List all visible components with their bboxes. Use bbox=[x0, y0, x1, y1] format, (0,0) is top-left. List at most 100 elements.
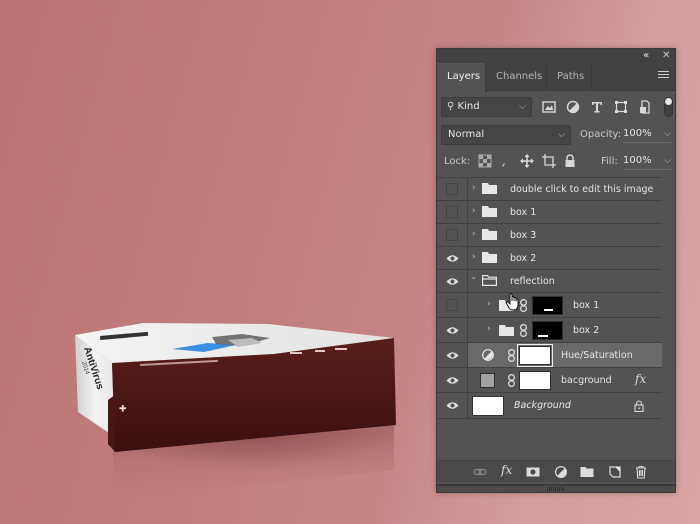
new-group-icon[interactable] bbox=[580, 465, 594, 479]
mask-link-icon[interactable] bbox=[508, 374, 515, 387]
folder-icon bbox=[482, 183, 497, 194]
visibility-toggle[interactable] bbox=[437, 270, 468, 292]
smart-object-filter-icon[interactable] bbox=[637, 99, 653, 115]
opacity-value: 100% bbox=[623, 128, 652, 139]
new-layer-icon[interactable] bbox=[608, 465, 622, 479]
panel-resize-handle[interactable] bbox=[437, 484, 675, 492]
chevron-down-icon: ⌵ bbox=[664, 156, 671, 166]
layer-row[interactable]: Background bbox=[437, 393, 662, 419]
lock-image-pixels-icon[interactable] bbox=[500, 154, 514, 168]
document-canvas[interactable]: ✚ AntiVirus 2014 bbox=[0, 0, 436, 524]
link-layers-icon[interactable] bbox=[473, 465, 487, 479]
visibility-toggle[interactable] bbox=[437, 393, 468, 418]
expand-chevron-icon[interactable]: › bbox=[472, 252, 476, 262]
expand-chevron-icon[interactable]: › bbox=[472, 183, 476, 193]
layer-row[interactable]: › box 2 bbox=[437, 247, 662, 270]
fill-color-thumbnail[interactable] bbox=[480, 373, 495, 388]
panel-menu-icon[interactable] bbox=[658, 71, 669, 80]
layer-row[interactable]: › double click to edit this image bbox=[437, 178, 662, 201]
lock-row: Lock: Fill: 100% ⌵ bbox=[441, 152, 671, 172]
expand-chevron-icon[interactable]: › bbox=[487, 324, 491, 334]
layer-row[interactable]: › box 1 bbox=[437, 201, 662, 224]
eye-icon bbox=[446, 255, 459, 262]
folder-icon bbox=[482, 252, 497, 263]
layers-scrollbar[interactable] bbox=[662, 177, 675, 425]
add-layer-style-icon[interactable]: fx bbox=[501, 463, 519, 477]
eye-icon bbox=[446, 278, 459, 285]
adjustment-layer-icon[interactable] bbox=[482, 349, 494, 361]
mask-link-icon[interactable] bbox=[520, 299, 527, 312]
visibility-toggle[interactable] bbox=[437, 201, 468, 223]
new-adjustment-layer-icon[interactable] bbox=[554, 465, 568, 479]
layer-name: box 1 bbox=[573, 300, 600, 311]
visibility-toggle[interactable] bbox=[437, 224, 468, 246]
layer-lock-icon bbox=[634, 400, 644, 412]
blend-mode-select[interactable]: Normal ⌵ bbox=[441, 125, 571, 145]
fill-input[interactable]: 100% ⌵ bbox=[623, 152, 671, 170]
eye-icon bbox=[446, 402, 459, 409]
expand-chevron-icon[interactable]: › bbox=[472, 229, 476, 239]
layer-name: box 2 bbox=[510, 253, 537, 264]
visibility-toggle[interactable] bbox=[437, 368, 468, 392]
tab-channels[interactable]: Channels bbox=[486, 63, 547, 91]
layer-row[interactable]: › box 3 bbox=[437, 224, 662, 247]
chevron-down-icon: ⌵ bbox=[558, 130, 565, 140]
layer-row[interactable]: › box 1 bbox=[437, 293, 662, 318]
lock-position-icon[interactable] bbox=[520, 154, 534, 168]
add-mask-icon[interactable] bbox=[526, 465, 540, 479]
product-box-mockup: ✚ AntiVirus 2014 bbox=[75, 323, 396, 500]
mask-link-icon[interactable] bbox=[520, 324, 527, 337]
layer-name: Hue/Saturation bbox=[561, 350, 633, 361]
lock-transparent-pixels-icon[interactable] bbox=[478, 154, 492, 168]
lock-all-icon[interactable] bbox=[563, 154, 577, 168]
visibility-toggle[interactable] bbox=[437, 293, 468, 317]
layer-mask-thumbnail[interactable] bbox=[532, 296, 563, 315]
layer-effects-icon[interactable]: fx bbox=[635, 372, 646, 386]
panel-titlebar[interactable]: ‹‹ ✕ bbox=[437, 49, 675, 63]
layer-name: box 1 bbox=[510, 207, 537, 218]
tab-layers[interactable]: Layers bbox=[437, 63, 486, 92]
adjustment-layer-filter-icon[interactable] bbox=[565, 99, 581, 115]
visibility-toggle[interactable] bbox=[437, 343, 468, 367]
mask-link-icon[interactable] bbox=[508, 349, 515, 362]
fill-label: Fill: bbox=[601, 156, 618, 167]
layer-row[interactable]: › reflection bbox=[437, 270, 662, 293]
expand-chevron-icon[interactable]: › bbox=[487, 299, 491, 309]
layer-mask-thumbnail[interactable] bbox=[532, 321, 563, 340]
lock-artboard-icon[interactable] bbox=[542, 154, 556, 168]
layer-mask-thumbnail[interactable] bbox=[519, 371, 551, 390]
layer-name: box 2 bbox=[573, 325, 600, 336]
opacity-input[interactable]: 100% ⌵ bbox=[623, 125, 671, 143]
filter-kind-label: Kind bbox=[457, 101, 480, 112]
shape-layer-filter-icon[interactable] bbox=[613, 99, 629, 115]
visibility-toggle[interactable] bbox=[437, 247, 468, 269]
svg-text:✚: ✚ bbox=[119, 404, 129, 412]
panel-footer: fx bbox=[437, 460, 675, 482]
layers-list: › double click to edit this image › box … bbox=[437, 177, 675, 425]
eye-icon bbox=[446, 352, 459, 359]
visibility-toggle[interactable] bbox=[437, 318, 468, 342]
filter-kind-select[interactable]: ⚲ Kind ⌵ bbox=[441, 97, 532, 117]
layer-name: bacground bbox=[561, 375, 612, 386]
layer-row-selected[interactable]: Hue/Saturation bbox=[437, 343, 662, 368]
layer-mask-thumbnail[interactable] bbox=[517, 344, 553, 367]
collapse-panel-icon[interactable]: ‹‹ bbox=[643, 50, 649, 62]
collapse-chevron-icon[interactable]: › bbox=[468, 276, 478, 280]
delete-layer-icon[interactable] bbox=[634, 465, 648, 479]
opacity-label: Opacity: bbox=[580, 129, 622, 140]
close-panel-icon[interactable]: ✕ bbox=[662, 50, 670, 62]
folder-icon bbox=[482, 206, 497, 217]
layer-row[interactable]: bacground fx ⌵ bbox=[437, 368, 675, 393]
expand-chevron-icon[interactable]: › bbox=[472, 206, 476, 216]
visibility-toggle[interactable] bbox=[437, 178, 468, 200]
tab-paths[interactable]: Paths bbox=[547, 63, 592, 91]
type-layer-filter-icon[interactable] bbox=[589, 99, 605, 115]
layer-row[interactable]: › box 2 bbox=[437, 318, 662, 343]
layer-thumbnail[interactable] bbox=[472, 396, 504, 416]
fill-value: 100% bbox=[623, 155, 652, 166]
filter-toggle-switch[interactable] bbox=[664, 97, 673, 117]
folder-icon bbox=[499, 300, 514, 311]
layer-name: double click to edit this image bbox=[510, 184, 654, 195]
layers-panel: ‹‹ ✕ Layers Channels Paths ⚲ Kind ⌵ Norm… bbox=[436, 48, 676, 493]
pixel-layer-filter-icon[interactable] bbox=[541, 99, 557, 115]
